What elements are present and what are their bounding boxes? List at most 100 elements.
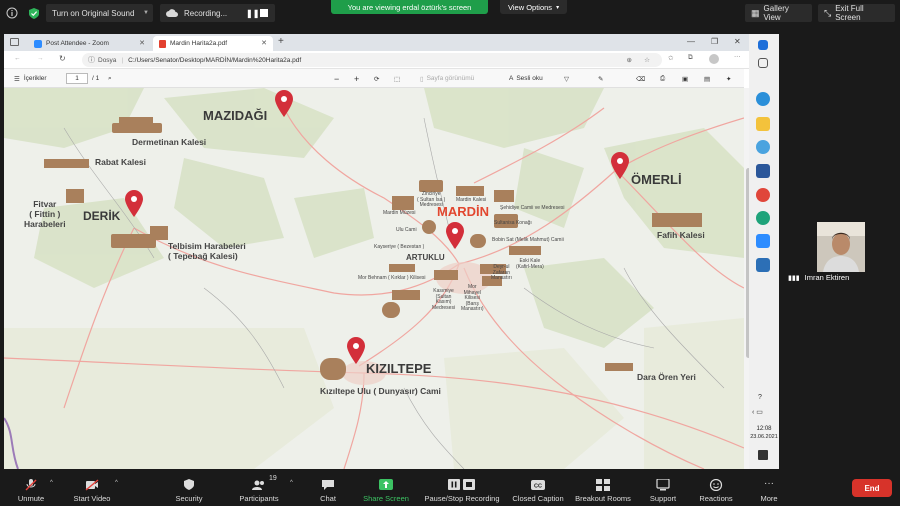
whatsapp-icon[interactable] — [756, 211, 770, 225]
gallery-view-button[interactable]: ▦ Gallery View — [745, 4, 812, 22]
chevron-up-icon[interactable]: ^ — [115, 480, 118, 486]
tray-icons[interactable]: ‹ ▭ — [752, 408, 763, 416]
stop-recording-icon[interactable] — [260, 9, 268, 17]
edge-icon[interactable] — [756, 92, 770, 106]
chevron-up-icon[interactable]: ^ — [290, 480, 293, 486]
zoom-out-icon[interactable]: − — [334, 73, 339, 84]
share-screen-button[interactable]: Share Screen — [360, 473, 412, 505]
breakout-rooms-button[interactable]: Breakout Rooms — [572, 473, 634, 505]
original-sound-button[interactable]: Turn on Original Sound ▼ — [46, 4, 153, 22]
save-icon[interactable]: ▣ — [682, 73, 688, 84]
maximize-icon[interactable]: ❐ — [711, 37, 718, 46]
fit-page-icon[interactable]: ⬚ — [394, 73, 400, 84]
security-label: Security — [175, 494, 203, 503]
map-label-dara: Dara Ören Yeri — [637, 372, 696, 382]
zoom-icon[interactable]: ⊕ — [627, 56, 632, 64]
address-text: C:/Users/Senator/Desktop/MARDİN/Mardin%2… — [128, 56, 302, 64]
support-button[interactable]: Support — [645, 473, 681, 505]
info-icon[interactable] — [6, 4, 18, 22]
participant-video[interactable] — [817, 222, 865, 272]
address-field[interactable]: ⓘ Dosya | C:/Users/Senator/Desktop/MARDİ… — [82, 53, 662, 67]
back-icon[interactable]: ← — [14, 55, 21, 62]
more-menu-icon[interactable]: ··· — [734, 53, 741, 60]
chat-button[interactable]: Chat — [313, 473, 343, 505]
end-meeting-button[interactable]: End — [852, 479, 892, 497]
contents-label: İçerikler — [23, 75, 47, 82]
pin-toolbar-icon[interactable]: ✦ — [726, 73, 731, 84]
map-label-kiziltepe: KIZILTEPE — [366, 361, 432, 376]
page-view-button[interactable]: ▯ Sayfa görünümü — [420, 73, 474, 84]
exit-fullscreen-button[interactable]: ⤡ Exit Full Screen — [818, 4, 895, 22]
notification-icon[interactable] — [758, 450, 768, 460]
unmute-button[interactable]: Unmute — [14, 473, 48, 505]
info-icon: ⓘ — [88, 57, 95, 64]
close-tab-icon[interactable]: ✕ — [139, 39, 145, 47]
pdf-map-view[interactable]: MAZIDAĞI Dermetinan Kalesi Rabat Kalesi … — [4, 88, 744, 469]
map-label-telbisim: Telbisim Harabeleri ( Tepebağ Kalesi) — [168, 241, 246, 261]
forward-icon[interactable]: → — [37, 55, 44, 62]
help-icon[interactable]: ? — [758, 394, 762, 401]
tab-post-attendee[interactable]: Post Attendee - Zoom ✕ — [28, 36, 151, 51]
support-icon — [656, 479, 670, 491]
map-label-omerli: ÖMERLİ — [631, 172, 682, 187]
page-total: / 1 — [92, 75, 100, 82]
minimize-icon[interactable]: — — [687, 37, 695, 46]
pause-recording-label: Pause/Stop Recording — [424, 494, 500, 503]
reactions-button[interactable]: Reactions — [696, 473, 736, 505]
word-icon[interactable] — [756, 164, 770, 178]
map-label-kasimiye: Kasımiye (Sultan Kasım) Medresesi — [432, 288, 456, 311]
photos-icon[interactable] — [756, 258, 770, 272]
more-label: More — [760, 494, 778, 503]
window-menu-icon[interactable] — [10, 38, 19, 46]
start-video-label: Start Video — [73, 494, 111, 503]
task-view-icon[interactable] — [758, 58, 768, 68]
windows-start-icon[interactable] — [758, 40, 768, 50]
highlight-icon[interactable]: ✎ — [598, 73, 603, 84]
share-screen-label: Share Screen — [363, 494, 409, 503]
eraser-icon[interactable]: ⌫ — [636, 73, 645, 84]
chevron-up-icon[interactable]: ^ — [50, 480, 53, 486]
profile-avatar[interactable] — [709, 54, 719, 64]
map-label-mor-behnam: Mor Behnam ( Kırklar ) Kilisesi — [358, 275, 426, 281]
more-button[interactable]: ··· More — [755, 473, 783, 505]
print-icon[interactable]: ⎙ — [660, 73, 665, 84]
rotate-icon[interactable]: ⟳ — [374, 73, 379, 84]
favorite-star-icon[interactable]: ☆ — [644, 56, 650, 64]
refresh-icon[interactable]: ↻ — [59, 54, 66, 63]
save-as-icon[interactable]: ▤ — [704, 73, 710, 84]
closed-caption-button[interactable]: CC Closed Caption — [509, 473, 567, 505]
security-button[interactable]: Security — [170, 473, 208, 505]
globe-icon[interactable] — [756, 140, 770, 154]
search-icon[interactable]: ⌕ — [108, 73, 112, 84]
cc-icon: CC — [531, 480, 545, 490]
close-tab-icon[interactable]: ✕ — [261, 39, 267, 47]
favorites-icon[interactable]: ✩ — [668, 54, 673, 62]
pause-stop-recording-button[interactable]: Pause/Stop Recording — [420, 473, 504, 505]
file-explorer-icon[interactable] — [756, 117, 770, 131]
zoom-in-icon[interactable]: + — [354, 73, 359, 84]
view-options-label: View Options — [508, 2, 553, 12]
start-video-button[interactable]: Start Video — [70, 473, 114, 505]
reactions-label: Reactions — [699, 494, 733, 503]
page-view-icon: ▯ — [420, 75, 424, 83]
zoom-app-icon[interactable] — [756, 234, 770, 248]
collections-icon[interactable]: ⧉ — [688, 54, 693, 62]
tab-mardin-pdf[interactable]: Mardin Harita2a.pdf ✕ — [153, 36, 273, 51]
participants-button[interactable]: 19 Participants — [233, 473, 285, 505]
map-label-mardin-kalesi: Mardin Kalesi — [456, 197, 487, 203]
chevron-down-icon[interactable]: ▼ — [143, 10, 149, 16]
contents-button[interactable]: ☰ İçerikler — [14, 73, 47, 84]
map-label-mardin-muzesi: Mardin Müzesi — [383, 210, 416, 216]
read-aloud-button[interactable]: A Sesli oku — [509, 73, 543, 84]
page-number-input[interactable]: 1 — [66, 73, 88, 84]
filter-icon[interactable]: ▽ — [564, 73, 569, 84]
close-window-icon[interactable]: ✕ — [734, 37, 741, 46]
security-shield-icon[interactable] — [28, 4, 40, 22]
new-tab-icon[interactable]: + — [278, 36, 284, 47]
signal-bars-icon: ▮▮▮ — [788, 275, 800, 282]
map-label-fitvar: Fitvar ( Fittin ) Harabeleri — [24, 199, 66, 229]
breakout-rooms-label: Breakout Rooms — [575, 494, 631, 503]
view-options-button[interactable]: View Options ▾ — [500, 0, 568, 14]
pause-recording-icon[interactable]: ❚❚ — [246, 9, 259, 18]
chrome-icon[interactable] — [756, 188, 770, 202]
